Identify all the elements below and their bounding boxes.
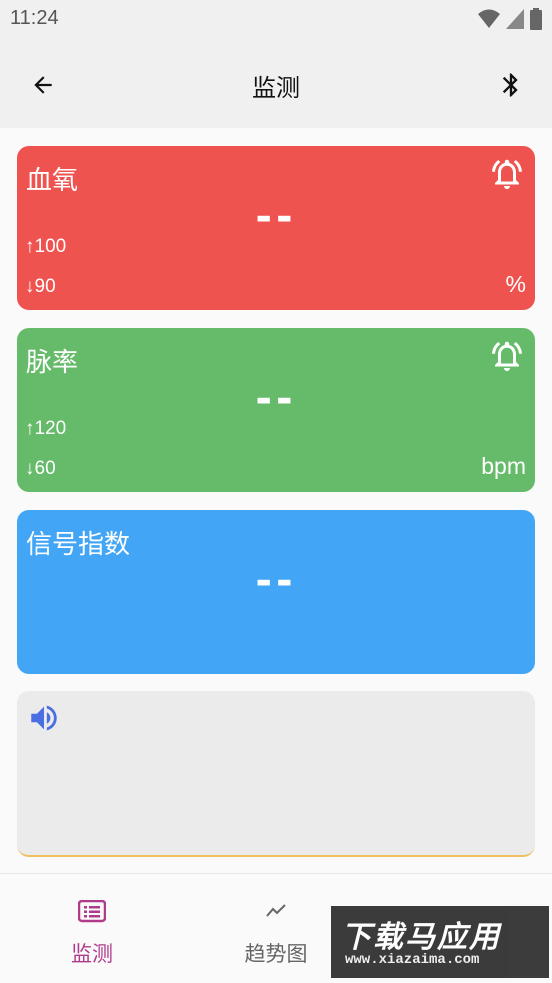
spo2-value: -- — [255, 194, 297, 240]
status-bar: 11:24 — [0, 0, 552, 38]
trend-chart-icon — [266, 904, 286, 917]
app-bar: 监测 — [0, 38, 552, 128]
pulse-rate-unit: bpm — [481, 453, 526, 479]
watermark-url: www.xiazaima.com — [345, 952, 480, 968]
spo2-card[interactable]: 血氧 -- ↑100 ↓90 % — [17, 146, 535, 310]
signal-index-title: 信号指数 — [26, 530, 131, 560]
waveform-card — [17, 691, 535, 857]
spo2-unit: % — [505, 271, 526, 297]
spo2-title: 血氧 — [26, 166, 79, 196]
watermark-title: 下载马应用 — [341, 920, 501, 955]
pulse-rate-lower-limit: ↓60 — [25, 458, 56, 479]
alarm-bell-icon[interactable] — [489, 338, 525, 374]
pulse-rate-title: 脉率 — [26, 348, 79, 378]
signal-index-value: -- — [255, 558, 297, 604]
monitor-list-icon — [78, 900, 106, 923]
status-icons — [478, 8, 542, 30]
bluetooth-icon — [502, 73, 518, 97]
alarm-bell-icon[interactable] — [489, 156, 525, 192]
status-time: 11:24 — [10, 7, 59, 29]
nav-label-monitor: 监测 — [71, 942, 113, 966]
signal-index-card[interactable]: 信号指数 -- — [17, 510, 535, 674]
bluetooth-button[interactable] — [488, 62, 534, 108]
pulse-rate-card[interactable]: 脉率 -- ↑120 ↓60 bpm — [17, 328, 535, 492]
nav-label-trend: 趋势图 — [244, 942, 308, 966]
wifi-icon — [478, 9, 500, 28]
spo2-upper-limit: ↑100 — [25, 236, 67, 257]
pulse-rate-upper-limit: ↑120 — [25, 418, 67, 439]
signal-icon — [506, 9, 524, 29]
speaker-icon[interactable] — [27, 701, 61, 735]
battery-icon — [530, 8, 542, 30]
pulse-rate-value: -- — [255, 376, 297, 422]
spo2-lower-limit: ↓90 — [25, 276, 56, 297]
nav-item-monitor[interactable]: 监测 — [20, 874, 164, 983]
page-title: 监测 — [252, 74, 300, 102]
nav-item-trend[interactable]: 趋势图 — [204, 874, 348, 983]
watermark-logo: 下载马应用 www.xiazaima.com — [331, 906, 549, 978]
